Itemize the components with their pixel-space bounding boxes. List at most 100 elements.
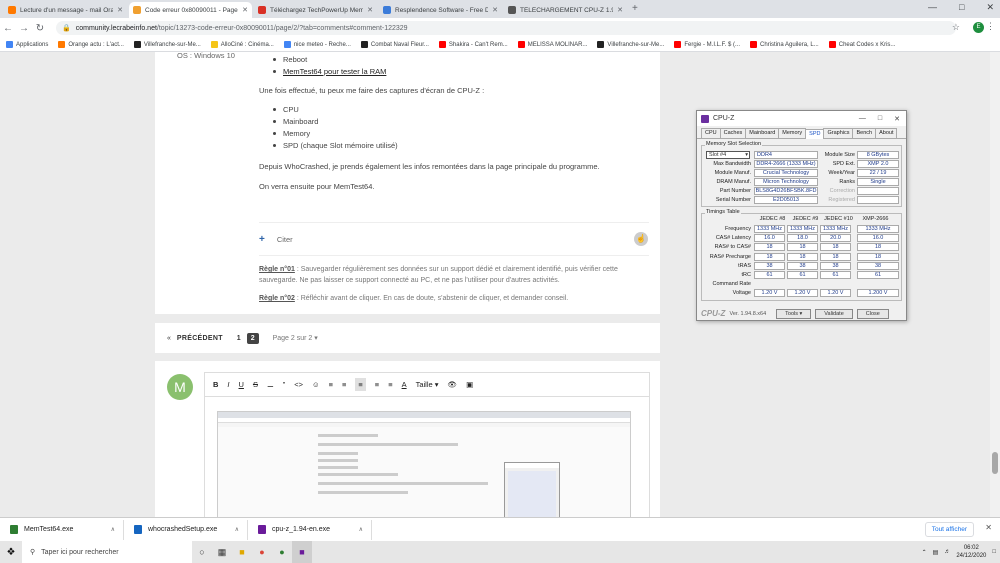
new-tab-button[interactable]: + [632,3,638,14]
emoji-icon[interactable]: ☺ [312,380,320,389]
code-icon[interactable]: <> [294,380,303,389]
memtest-link[interactable]: MemTest64 pour tester la RAM [283,67,386,76]
back-icon[interactable]: ← [0,23,16,34]
profile-avatar[interactable]: E [973,22,984,33]
bookmark-item[interactable]: Cheat Codes x Kris... [828,41,895,48]
network-icon[interactable]: ▤ [933,549,939,556]
notification-icon[interactable]: □ [992,549,996,555]
cpuz-tab[interactable]: Memory [778,128,807,138]
bookmark-item[interactable]: MELISSA MOLINAR... [517,41,587,48]
cpuz-tab[interactable]: Mainboard [745,128,780,138]
browser-tab[interactable]: Téléchargez TechPowerUp Mem ✕ [254,2,377,18]
maximize-icon[interactable]: □ [959,2,964,13]
clock[interactable]: 06:02 24/12/2020 [956,544,986,560]
download-item[interactable]: whocrashedSetup.exe ∧ [124,519,248,540]
cpuz-tab[interactable]: Bench [852,128,877,138]
align-right-icon[interactable]: ≡ [388,380,392,389]
like-icon[interactable]: ☝ [634,232,648,246]
cpuz-tab[interactable]: About [875,128,898,138]
download-item[interactable]: cpu-z_1.94-en.exe ∧ [248,519,372,540]
bookmark-item[interactable]: Fergie - M.I.L.F. $ (... [674,41,740,48]
page-scrollbar[interactable] [990,52,1000,517]
url-input[interactable]: 🔒 community.lecrabeinfo.net /topic/13273… [56,21,956,35]
strike-button[interactable]: S [253,380,258,389]
maximize-icon[interactable]: □ [878,115,882,123]
underline-button[interactable]: U [239,380,244,389]
bookmark-item[interactable]: Shakira - Can't Rem... [438,41,508,48]
close-icon[interactable]: ✕ [985,523,992,532]
bookmark-item[interactable]: AlloCiné : Cinéma... [210,41,274,48]
chevron-up-icon[interactable]: ⌃ [922,549,927,556]
taskbar-search[interactable]: ⚲ Taper ici pour rechercher [22,541,192,563]
minimize-icon[interactable]: — [859,115,866,123]
close-tab-icon[interactable]: ✕ [113,6,123,14]
close-icon[interactable]: ✕ [986,2,994,13]
close-icon[interactable]: ✕ [894,115,900,123]
quote-icon[interactable]: ” [283,380,286,389]
bookmark-star-icon[interactable]: ☆ [952,22,960,33]
cpuz-tab[interactable]: CPU [701,128,721,138]
scrollbar-thumb[interactable] [992,452,998,474]
bookmark-item[interactable]: Christina Aguilera, L... [750,41,819,48]
align-left-icon[interactable]: ≡ [355,378,366,391]
page-jump-dropdown[interactable]: Page 2 sur 2 ▾ [273,334,318,342]
quote-button[interactable]: + Citer [259,234,293,245]
download-item[interactable]: MemTest64.exe ∧ [0,519,124,540]
tools-button[interactable]: Tools ▾ [776,308,812,319]
close-tab-icon[interactable]: ✕ [238,6,248,14]
browser-tab[interactable]: TÉLÉCHARGEMENT CPU-Z 1.94 ✕ [504,2,627,18]
source-icon[interactable]: ▣ [466,380,473,389]
menu-icon[interactable]: ⋮ [986,21,995,32]
timing-value: 61 [857,271,899,279]
bookmark-item[interactable]: Villefranche-sur-Me... [133,41,201,48]
close-tab-icon[interactable]: ✕ [613,6,623,14]
cortana-icon[interactable]: ○ [192,541,212,563]
browser-tab[interactable]: Resplendence Software - Free D ✕ [379,2,502,18]
align-center-icon[interactable]: ≡ [375,380,379,389]
browser-tab[interactable]: Code erreur 0x80090011 - Page ✕ [129,2,252,18]
bookmark-item[interactable]: Orange actu : L'act... [58,41,124,48]
page-link[interactable]: 1 [237,335,241,342]
forward-icon[interactable]: → [16,23,32,34]
cpuz-tab[interactable]: Caches [719,128,747,138]
text-color-icon[interactable]: A [402,380,407,389]
bookmark-item[interactable]: Combat Naval Fleur... [360,41,429,48]
memtest-taskbar-icon[interactable]: ● [272,541,292,563]
bullet-list-icon[interactable]: ≡ [329,380,333,389]
chevron-up-icon[interactable]: ∧ [111,526,115,533]
bookmark-item[interactable]: nice meteo - Reche... [283,41,351,48]
task-view-icon[interactable]: ▦ [212,541,232,563]
bookmark-item[interactable]: Villefranche-sur-Me... [597,41,664,48]
cpuz-tab[interactable]: Graphics [823,128,854,138]
number-list-icon[interactable]: ≡ [342,380,346,389]
reload-icon[interactable]: ↻ [32,23,48,34]
bookmark-item[interactable]: Applications [6,41,48,48]
chevron-up-icon[interactable]: ∧ [359,526,363,533]
chrome-icon[interactable]: ● [252,541,272,563]
close-tab-icon[interactable]: ✕ [363,6,373,14]
browser-tab[interactable]: Lecture d'un message - mail Ora ✕ [4,2,127,18]
validate-button[interactable]: Validate [815,308,853,319]
file-explorer-icon[interactable]: ■ [232,541,252,563]
preview-icon[interactable]: 👁 [448,380,458,389]
timing-value: 16.0 [857,234,899,243]
favicon-icon [383,6,391,14]
minimize-icon[interactable]: — [928,2,937,13]
windows-start-icon[interactable]: ❖ [0,547,22,558]
font-size-dropdown[interactable]: Taille ▾ [416,380,439,389]
slot-select[interactable]: Slot #4 ▾ [706,151,750,159]
prev-page-link[interactable]: PRÉCÉDENT [177,335,223,342]
chevron-left-icon[interactable]: « [167,335,171,342]
close-button[interactable]: Close [856,308,889,319]
chevron-up-icon[interactable]: ∧ [235,526,239,533]
italic-button[interactable]: I [227,380,229,389]
volume-icon[interactable]: ♬ [944,549,950,555]
reply-editor[interactable]: B I U S ⚊ ” <> ☺ ≡ ≡ ≡ ≡ ≡ A Taille ▾ 👁 … [204,372,650,517]
cpuz-tab[interactable]: SPD [805,129,825,139]
close-tab-icon[interactable]: ✕ [488,6,498,14]
bold-button[interactable]: B [213,380,218,389]
label: Module Manuf. [714,170,751,176]
show-all-downloads-button[interactable]: Tout afficher [924,522,974,537]
cpuz-taskbar-icon[interactable]: ■ [292,541,312,563]
link-icon[interactable]: ⚊ [267,380,274,389]
